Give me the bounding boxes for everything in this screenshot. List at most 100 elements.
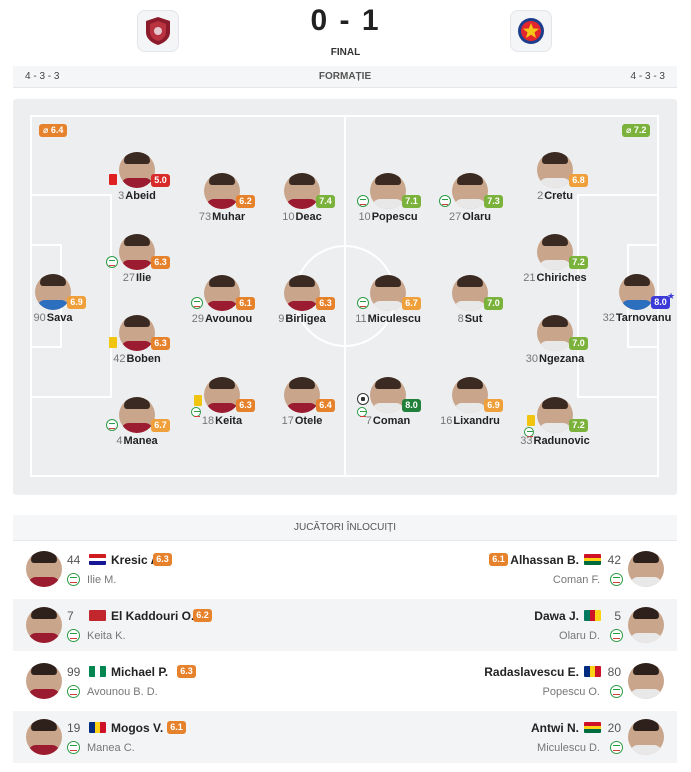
player-name: Keita — [215, 415, 243, 427]
sub-in-name[interactable]: Radaslavescu E. — [484, 665, 579, 679]
player-radunovic[interactable]: 7.2 33Radunovic — [510, 397, 600, 457]
sub-in-photo[interactable] — [26, 607, 62, 643]
player-ilie[interactable]: 6.3 27Ilie — [92, 234, 182, 294]
sub-in-photo[interactable] — [628, 551, 664, 587]
player-rating: 7.3 — [484, 195, 503, 208]
player-deac[interactable]: 7.4 10Deac — [257, 173, 347, 233]
player-name: Ilie — [135, 272, 152, 284]
star-icon: ★ — [667, 291, 676, 301]
sub-out-name: Keita K. — [87, 630, 126, 642]
substitutes-section: JUCĂTORI ÎNLOCUIȚI 44 Kresic A. 6.3 Ilie M.… — [13, 515, 677, 772]
player-number: 16 — [440, 415, 453, 427]
romania-flag — [584, 666, 601, 677]
sub-in-name[interactable]: Mogos V. — [111, 721, 163, 735]
player-birligea[interactable]: 6.3 9Birligea — [257, 275, 347, 335]
substitution-row: 44 Kresic A. 6.3 Ilie M. 42 Alhassan B. 6.1 Com… — [13, 543, 677, 595]
ghana-flag — [584, 554, 601, 565]
sub-in-photo[interactable] — [628, 663, 664, 699]
player-rating: 6.3 — [316, 297, 335, 310]
player-rating: 5.0 — [151, 174, 170, 187]
sub-in-photo[interactable] — [628, 719, 664, 755]
sub-in-rating: 6.1 — [167, 721, 186, 734]
player-chiriches[interactable]: 7.2 21Chiriches — [510, 234, 600, 294]
sub-in-number: 42 — [607, 553, 621, 567]
player-photo — [537, 397, 573, 433]
morocco-flag — [89, 610, 106, 621]
player-number: 10 — [358, 211, 371, 223]
player-rating: 7.0 — [569, 337, 588, 350]
match-score: 0 - 1 — [310, 4, 381, 37]
substitution-icon — [610, 685, 623, 698]
player-name: Muhar — [212, 211, 246, 223]
player-label: 17Otele — [257, 415, 347, 427]
player-label: 27Ilie — [92, 272, 182, 284]
player-otele[interactable]: 6.4 17Otele — [257, 377, 347, 437]
sub-out-name: Popescu O. — [542, 686, 600, 698]
player-photo — [119, 315, 155, 351]
player-ngezana[interactable]: 7.0 30Ngezana — [510, 315, 600, 375]
player-boben[interactable]: 6.3 42Boben — [92, 315, 182, 375]
yellow-card-icon — [527, 415, 535, 426]
player-label: 90Sava — [8, 312, 98, 324]
player-name: Sava — [46, 312, 73, 324]
player-name: Cretu — [544, 190, 573, 202]
sub-in-number: 7 — [67, 609, 74, 623]
player-olaru[interactable]: 7.3 27Olaru — [425, 173, 515, 233]
cameroon-flag — [584, 610, 601, 621]
sub-in-name[interactable]: Antwi N. — [531, 721, 579, 735]
player-rating: 6.4 — [316, 399, 335, 412]
player-number: 42 — [113, 353, 126, 365]
sub-in-name[interactable]: El Kaddouri O. — [111, 609, 194, 623]
player-sut[interactable]: 7.0 8Sut — [425, 275, 515, 335]
player-keita[interactable]: 6.3 18Keita — [177, 377, 267, 437]
player-photo — [204, 173, 240, 209]
player-label: 30Ngezana — [510, 353, 600, 365]
goal-ball-icon — [357, 393, 369, 405]
substitution-icon — [610, 573, 623, 586]
yellow-card-icon — [109, 337, 117, 348]
player-name: Deac — [295, 211, 322, 223]
player-photo — [537, 234, 573, 270]
player-cretu[interactable]: 6.8 2Cretu — [510, 152, 600, 212]
sub-in-photo[interactable] — [26, 551, 62, 587]
sub-in-name[interactable]: Alhassan B. — [510, 553, 579, 567]
away-team-crest[interactable] — [510, 10, 552, 52]
player-popescu[interactable]: 7.1 10Popescu — [343, 173, 433, 233]
player-photo — [119, 397, 155, 433]
sub-in-number: 44 — [67, 553, 81, 567]
player-name: Sut — [464, 313, 483, 325]
player-avounou[interactable]: 6.1 29Avounou — [177, 275, 267, 335]
player-name: Tarnovanu — [615, 312, 672, 324]
player-rating: 7.2 — [569, 256, 588, 269]
sub-in-name[interactable]: Dawa J. — [534, 609, 579, 623]
player-label: 33Radunovic — [510, 435, 600, 447]
away-formation: 4 - 3 - 3 — [630, 71, 665, 82]
player-label: 21Chiriches — [510, 272, 600, 284]
sub-in-name[interactable]: Michael P. — [111, 665, 168, 679]
sub-in-photo[interactable] — [26, 663, 62, 699]
substitution-icon — [439, 195, 451, 207]
substitution-icon — [67, 741, 80, 754]
substitution-icon — [610, 629, 623, 642]
substitution-icon — [106, 256, 118, 268]
player-rating: 6.7 — [151, 419, 170, 432]
formation-bar: 4 - 3 - 3 FORMAȚIE 4 - 3 - 3 — [13, 66, 677, 88]
sub-in-photo[interactable] — [628, 607, 664, 643]
player-number: 3 — [118, 190, 125, 202]
player-label: 8Sut — [425, 313, 515, 325]
player-manea[interactable]: 6.7 4Manea — [92, 397, 182, 457]
player-label: 7Coman — [343, 415, 433, 427]
player-abeid[interactable]: 5.0 3Abeid — [92, 152, 182, 212]
player-name: Lixandru — [453, 415, 500, 427]
player-name: Miculescu — [367, 313, 421, 325]
sub-in-photo[interactable] — [26, 719, 62, 755]
player-photo — [119, 234, 155, 270]
player-rating: 6.8 — [569, 174, 588, 187]
player-sava[interactable]: 6.9 90Sava — [8, 274, 98, 334]
player-miculescu[interactable]: 6.7 11Miculescu — [343, 275, 433, 335]
player-muhar[interactable]: 6.2 73Muhar — [177, 173, 267, 233]
player-tarnovanu[interactable]: 8.0 ★ 32Tarnovanu — [592, 274, 682, 334]
sub-in-number: 20 — [607, 721, 621, 735]
player-coman[interactable]: 8.0 7Coman — [343, 377, 433, 437]
player-lixandru[interactable]: 6.9 16Lixandru — [425, 377, 515, 437]
